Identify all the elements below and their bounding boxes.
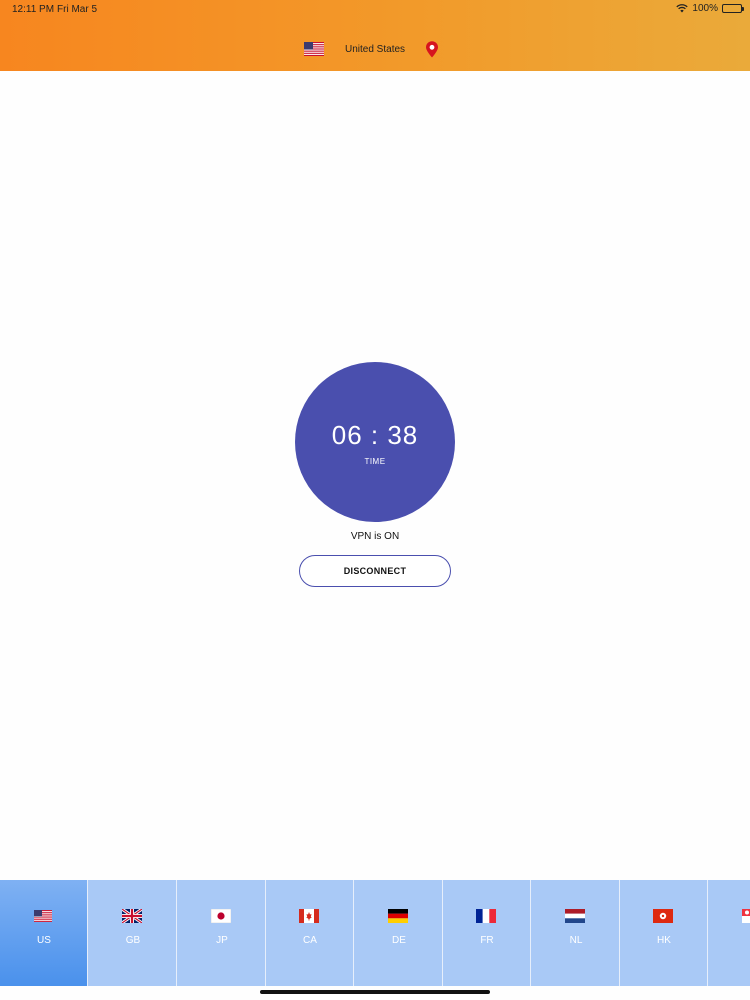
location-pin-icon[interactable] bbox=[425, 41, 439, 58]
us-flag-icon bbox=[304, 42, 324, 56]
vpn-screen: 12:11 PM Fri Mar 5 100% United States 06… bbox=[0, 0, 750, 1000]
country-tab-fr[interactable]: FR bbox=[443, 880, 531, 986]
country-tab-hk[interactable]: HK bbox=[620, 880, 708, 986]
us-flag-icon bbox=[34, 910, 52, 922]
wifi-icon bbox=[676, 4, 689, 13]
country-code: GB bbox=[125, 935, 141, 946]
country-code: NL bbox=[569, 935, 583, 946]
header-bar: 12:11 PM Fri Mar 5 100% United States bbox=[0, 0, 750, 71]
timer-value: 06 : 38 bbox=[331, 420, 419, 450]
country-code: CA bbox=[303, 935, 317, 946]
selected-location[interactable]: United States bbox=[0, 41, 750, 59]
fr-flag-icon bbox=[476, 909, 496, 923]
country-code: JP bbox=[216, 935, 228, 946]
battery-percent: 100% bbox=[692, 3, 718, 14]
gb-flag-icon bbox=[122, 909, 142, 923]
home-indicator bbox=[260, 990, 490, 994]
vpn-status-text: VPN is ON bbox=[350, 531, 400, 542]
disconnect-button[interactable]: DISCONNECT bbox=[299, 555, 451, 587]
ca-flag-icon bbox=[299, 909, 319, 923]
battery-icon bbox=[722, 4, 744, 13]
country-code: S bbox=[709, 935, 750, 946]
country-tab-de[interactable]: DE bbox=[355, 880, 443, 986]
country-tab-gb[interactable]: GB bbox=[89, 880, 177, 986]
country-tab-sg[interactable]: S bbox=[709, 880, 750, 986]
status-time: 12:11 PM bbox=[12, 4, 55, 15]
de-flag-icon bbox=[388, 909, 408, 923]
location-name: United States bbox=[345, 44, 406, 55]
country-tab-jp[interactable]: JP bbox=[178, 880, 266, 986]
hk-flag-icon bbox=[653, 909, 673, 923]
country-code: FR bbox=[480, 935, 494, 946]
country-code: HK bbox=[657, 935, 671, 946]
country-code: US bbox=[37, 935, 51, 946]
sg-flag-icon bbox=[742, 909, 750, 923]
country-tab-ca[interactable]: CA bbox=[266, 880, 354, 986]
timer-label: TIME bbox=[364, 457, 386, 466]
country-tab-bar: US GB JP CA DE FR NL HK bbox=[0, 880, 750, 986]
nl-flag-icon bbox=[565, 909, 585, 923]
status-date: Fri Mar 5 bbox=[57, 4, 97, 15]
country-code: DE bbox=[392, 935, 406, 946]
country-tab-nl[interactable]: NL bbox=[532, 880, 620, 986]
country-tab-us[interactable]: US bbox=[0, 880, 88, 986]
connection-timer: 06 : 38 TIME bbox=[295, 362, 455, 522]
jp-flag-icon bbox=[211, 909, 231, 923]
status-indicators: 100% bbox=[676, 3, 744, 14]
